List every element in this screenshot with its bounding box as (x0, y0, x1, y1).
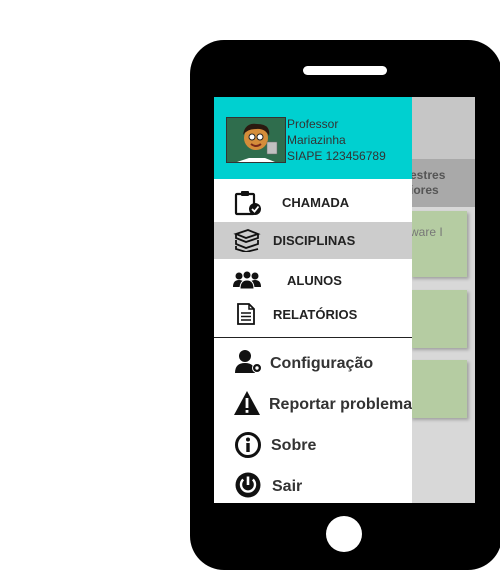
drawer-header: Professor Mariazinha SIAPE 123456789 (214, 97, 412, 179)
books-icon (233, 228, 261, 257)
menu-item-label: DISCIPLINAS (273, 233, 356, 248)
menu-item-label: Sair (272, 478, 303, 495)
discipline-card[interactable] (410, 211, 467, 277)
menu-item-disciplinas[interactable]: DISCIPLINAS (214, 222, 412, 259)
user-settings-icon (235, 349, 263, 380)
menu-item-reportar-problema[interactable]: Reportar problema (214, 386, 412, 422)
menu-item-sair[interactable]: Sair (214, 468, 412, 503)
menu-item-relatorios[interactable]: RELATÓRIOS (214, 298, 412, 332)
menu-item-label: CHAMADA (282, 195, 350, 210)
menu-item-label: RELATÓRIOS (273, 307, 358, 322)
menu-item-label: ALUNOS (287, 273, 342, 288)
app-tab-label[interactable]: estres iores (410, 168, 445, 198)
user-info: Professor Mariazinha SIAPE 123456789 (287, 116, 386, 164)
teacher-avatar-icon (227, 118, 285, 162)
menu-item-configuracao[interactable]: Configuração (214, 345, 412, 381)
menu-item-label: Reportar problema (269, 396, 412, 413)
menu-item-sobre[interactable]: Sobre (214, 427, 412, 463)
navigation-drawer: Professor Mariazinha SIAPE 123456789 CHA… (214, 97, 412, 503)
discipline-card[interactable] (410, 290, 467, 348)
user-name: Mariazinha (287, 133, 346, 147)
phone-speaker (303, 66, 387, 75)
discipline-card-text: ware I (410, 225, 443, 239)
user-siape: SIAPE 123456789 (287, 149, 386, 163)
power-icon (234, 471, 262, 503)
info-icon (234, 431, 262, 464)
warning-icon (233, 390, 261, 421)
document-icon (235, 303, 257, 330)
menu-item-alunos[interactable]: ALUNOS (214, 263, 412, 297)
group-users-icon (232, 270, 262, 295)
menu-divider (214, 337, 412, 338)
menu-item-label: Configuração (270, 355, 374, 372)
menu-item-label: Sobre (271, 437, 317, 454)
user-role: Professor (287, 117, 339, 131)
menu-item-chamada[interactable]: CHAMADA (214, 184, 412, 220)
home-button[interactable] (326, 516, 362, 552)
avatar[interactable] (226, 117, 286, 163)
clipboard-check-icon (234, 190, 262, 221)
discipline-card[interactable] (410, 360, 467, 418)
